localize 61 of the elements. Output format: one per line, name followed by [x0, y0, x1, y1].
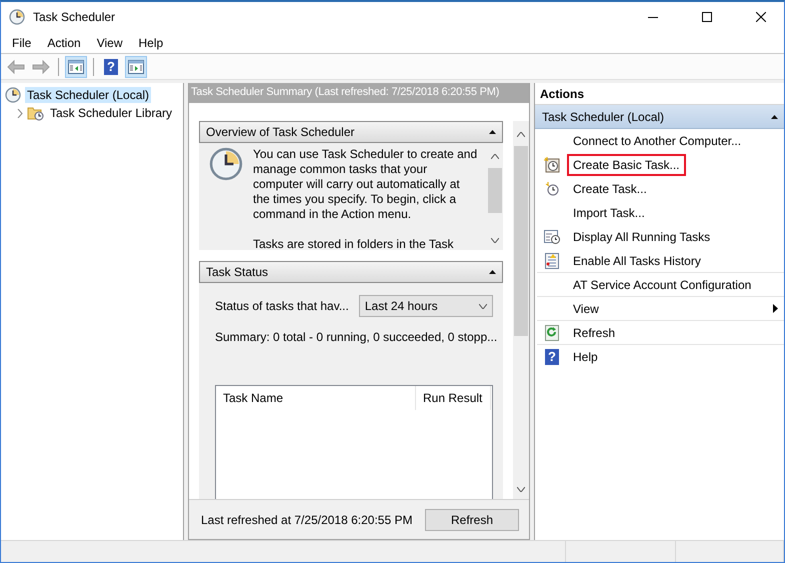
menu-item[interactable]: Action	[39, 34, 89, 52]
section-header: Overview of Task Scheduler	[199, 121, 503, 143]
column-header[interactable]: Run Result	[416, 386, 491, 410]
toolbar-button[interactable]	[65, 56, 87, 78]
section-header: Task Status	[199, 261, 503, 283]
action-link[interactable]: Connect to Another Computer...	[567, 130, 784, 152]
action-link[interactable]: Create Task...	[567, 178, 784, 200]
clock-sparkle-icon	[545, 182, 559, 196]
overview-text: Tasks are stored in folders in the Task	[253, 237, 455, 250]
close-icon	[756, 12, 766, 22]
toolbar-button[interactable]: ?	[100, 56, 122, 78]
action-link[interactable]: Refresh	[567, 322, 784, 344]
overview-text: You can use Task Scheduler to create and manage common tasks that your computer will carry out automatically at the times you specify. To begin, click a command in the Action menu.	[253, 147, 478, 222]
back-arrow-icon	[7, 60, 25, 74]
menu-item[interactable]: Help	[130, 34, 172, 52]
action-link[interactable]: AT Service Account Configuration	[567, 274, 784, 296]
menu-item[interactable]: View	[88, 34, 130, 52]
filter-label: Status of tasks that hav...	[215, 299, 349, 313]
scroll-up-icon[interactable]	[517, 132, 525, 137]
minimize-icon	[648, 16, 658, 18]
action-link[interactable]: Create Basic Task...	[567, 154, 686, 176]
collapse-icon[interactable]	[489, 130, 496, 134]
last-refreshed-text: Last refreshed at 7/25/2018 6:20:55 PM	[201, 512, 412, 526]
action-link[interactable]: Import Task...	[567, 202, 784, 224]
tree-pane-icon	[68, 60, 84, 74]
time-range-dropdown[interactable]: Last 24 hours	[358, 295, 493, 317]
tree-item[interactable]: Task Scheduler (Local)	[25, 87, 152, 103]
help-icon: ?	[104, 58, 118, 74]
action-link[interactable]: View	[567, 298, 784, 320]
pane-title: Task Scheduler Summary (Last refreshed: 7/25/2018 6:20:55 PM)	[189, 83, 529, 103]
maximize-icon	[702, 12, 712, 22]
folder-clock-icon	[27, 105, 44, 121]
clock-sparkle-icon	[544, 156, 560, 172]
scroll-down-icon[interactable]	[517, 487, 525, 492]
document-list-icon	[545, 252, 559, 268]
window-title: Task Scheduler	[33, 10, 116, 24]
clock-icon	[5, 87, 21, 103]
clock-icon	[209, 147, 243, 181]
scroll-up-icon[interactable]	[491, 154, 499, 159]
menu-item[interactable]: File	[4, 34, 40, 52]
action-link[interactable]: Help	[567, 346, 784, 368]
action-link[interactable]: Display All Running Tasks	[567, 226, 784, 248]
refresh-button[interactable]: Refresh	[425, 508, 519, 530]
collapsed-chevron-icon[interactable]	[17, 108, 23, 118]
refresh-icon	[545, 324, 559, 340]
tree-item[interactable]: Task Scheduler Library	[48, 105, 174, 121]
scroll-down-icon[interactable]	[491, 238, 499, 243]
help-icon: ?	[545, 348, 559, 364]
app-clock-icon	[9, 9, 25, 25]
collapse-icon[interactable]	[489, 270, 496, 274]
collapse-icon[interactable]	[771, 114, 778, 118]
column-header[interactable]: Task Name	[216, 386, 416, 410]
dropdown-caret-icon[interactable]	[479, 304, 487, 308]
list-clock-icon	[544, 230, 560, 244]
action-link[interactable]: Enable All Tasks History	[567, 250, 784, 272]
action-pane-icon	[128, 60, 144, 74]
submenu-arrow-icon	[773, 304, 778, 313]
scrollbar[interactable]	[513, 121, 529, 499]
action-group-header[interactable]: Task Scheduler (Local)	[535, 105, 784, 129]
forward-arrow-icon	[32, 60, 50, 74]
toolbar-button[interactable]	[125, 56, 147, 78]
